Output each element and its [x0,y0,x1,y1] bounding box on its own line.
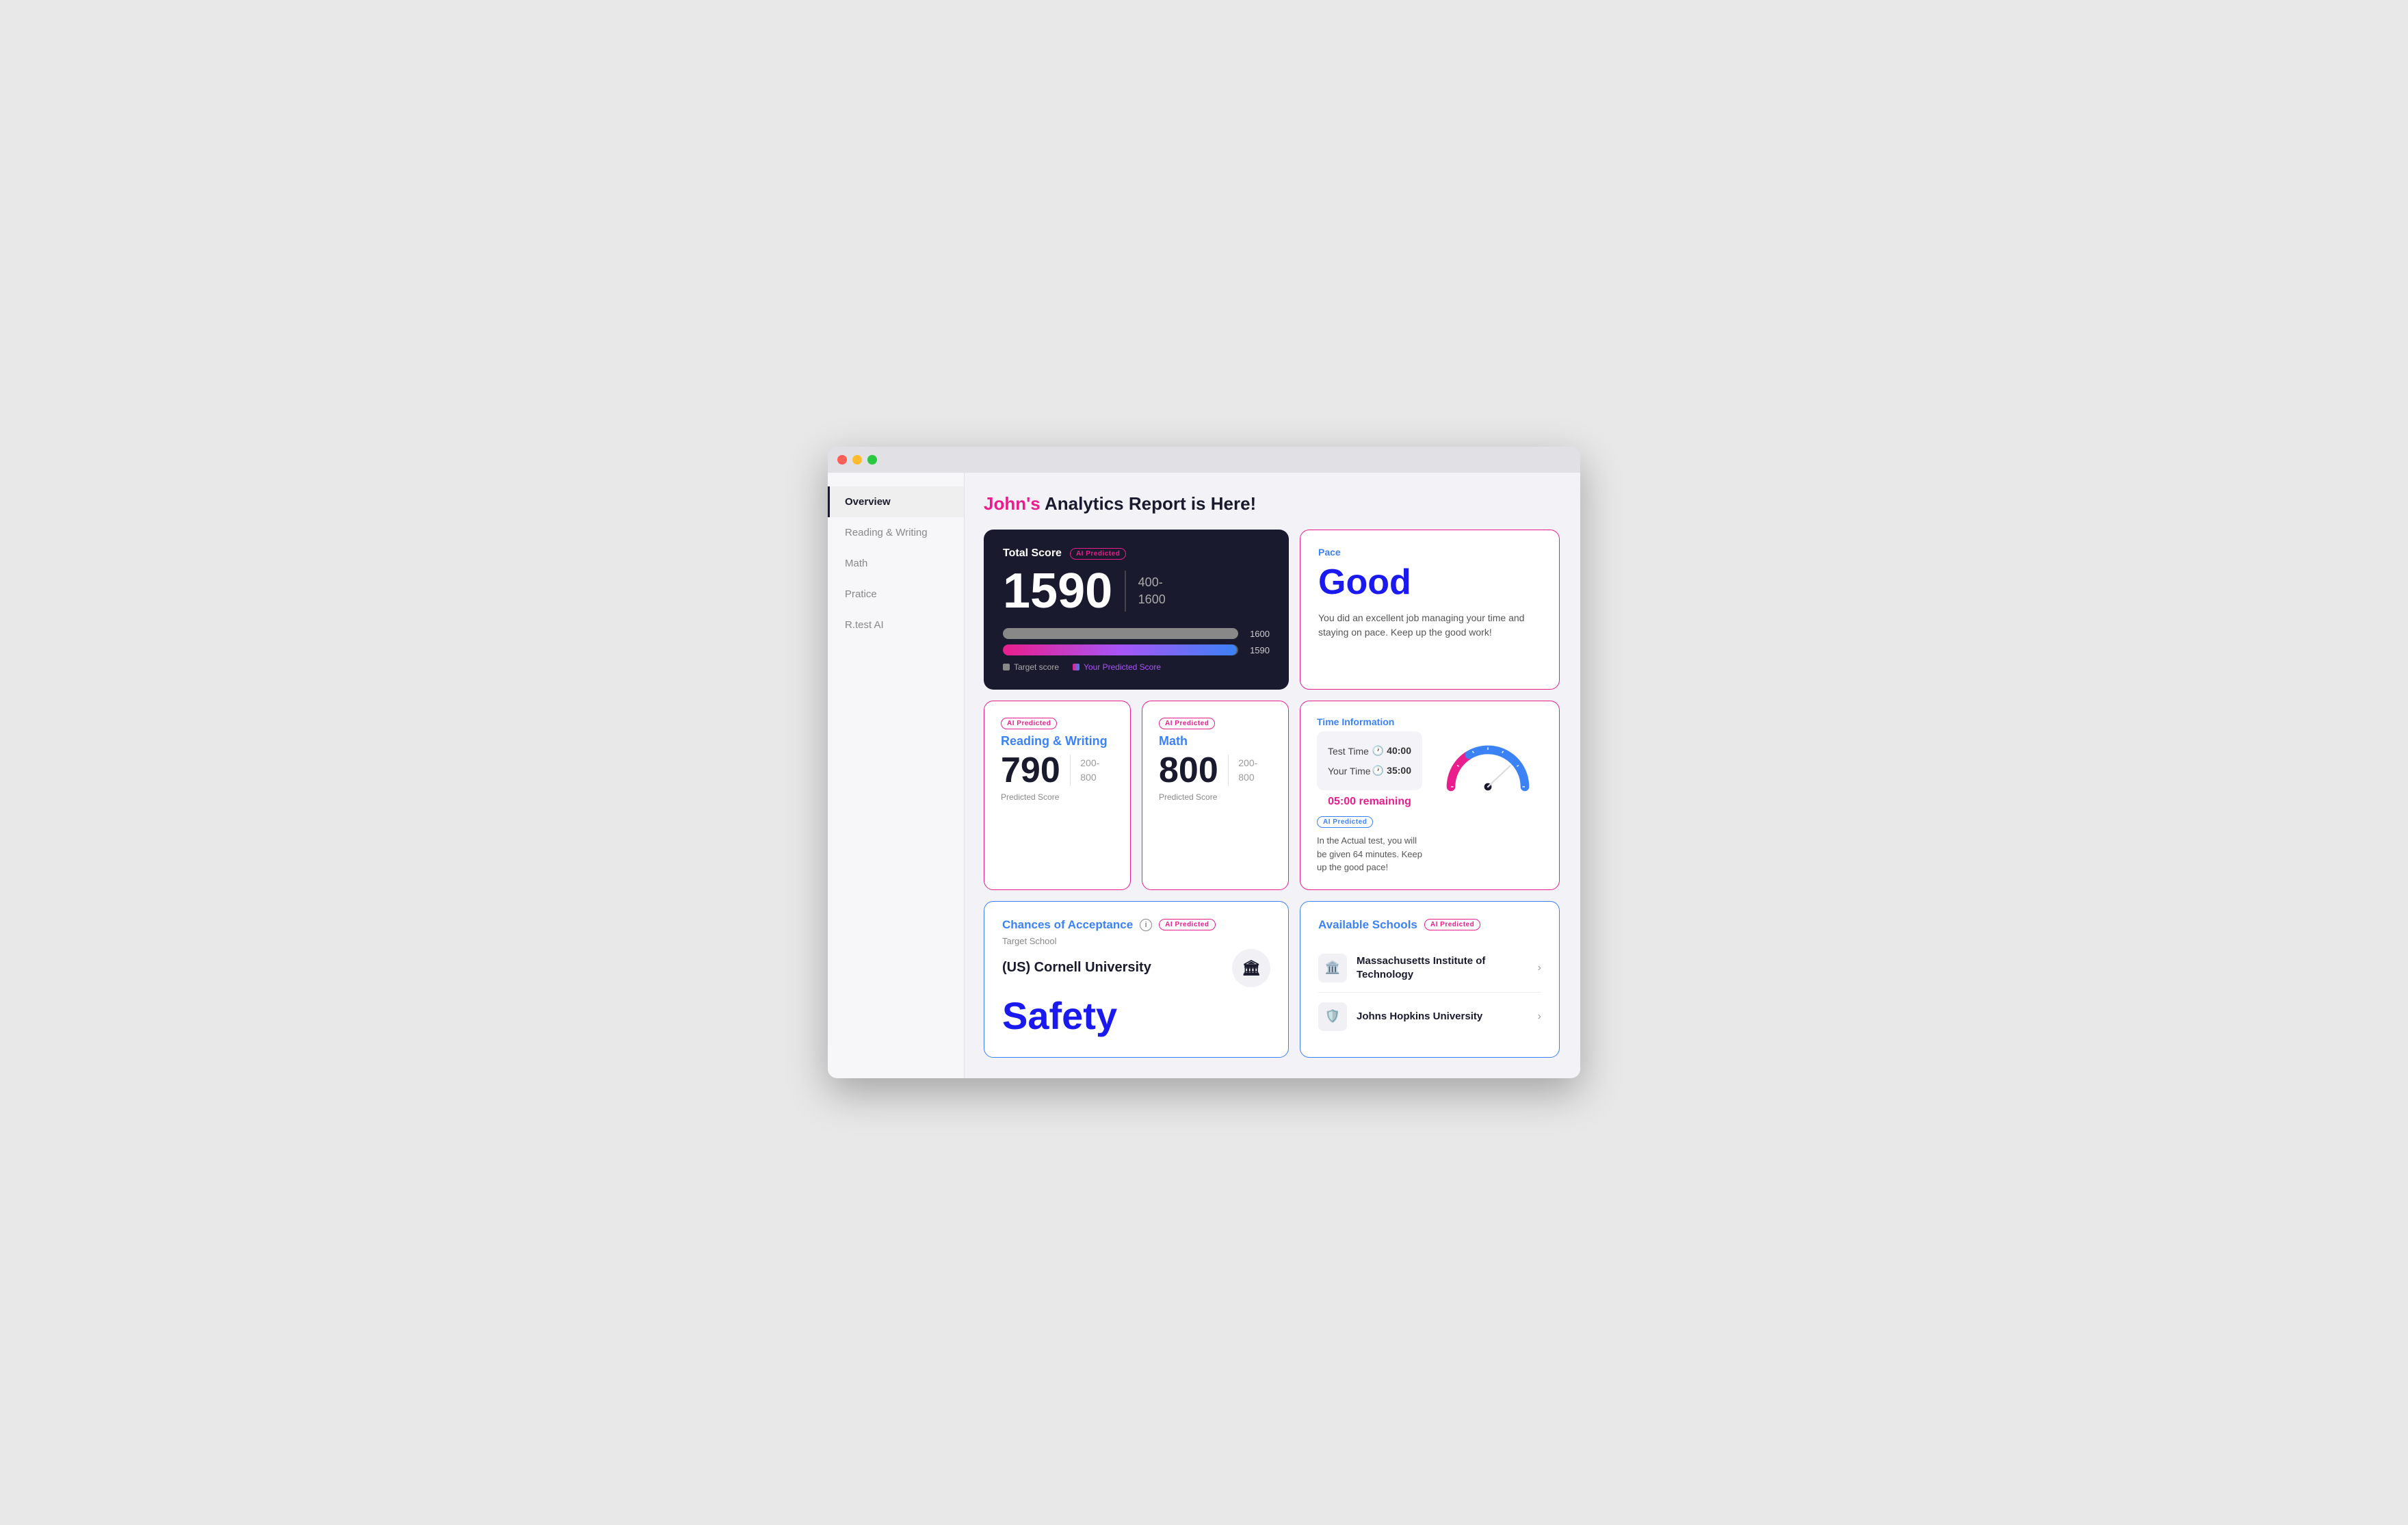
sidebar-item-overview[interactable]: Overview [828,486,964,517]
progress-bars: 1600 1590 [1003,628,1270,655]
rw-ai-badge: AI Predicted [1001,718,1057,729]
remaining-label: 05:00 remaining [1317,796,1422,808]
school-name-display: (US) Cornell University 🏛 [1002,949,1270,987]
your-time-row: Your Time 🕐 35:00 [1328,761,1411,781]
bar-bg-score [1003,644,1238,655]
score-range: 400-1600 [1138,574,1166,608]
sidebar-item-rtest-ai[interactable]: R.test AI [828,610,964,640]
chances-ai-badge: AI Predicted [1159,919,1215,930]
chances-card: Chances of Acceptance i AI Predicted Tar… [984,901,1289,1058]
school-logo: 🏛 [1232,949,1270,987]
rw-score-display: 790 200-800 [1001,753,1114,788]
total-score-header: Total Score AI Predicted [1003,547,1270,560]
school-row-0[interactable]: 🏛️ Massachusetts Institute of Technology… [1318,944,1541,993]
legend-dot-gray [1003,664,1010,670]
score-display: 1590 400-1600 [1003,566,1270,616]
score-divider [1125,571,1126,612]
bar-fill-gradient [1003,644,1237,655]
math-score-display: 800 200-800 [1159,753,1272,788]
schools-title: Available Schools [1318,918,1417,932]
rw-range: 200-800 [1080,756,1099,785]
sidebar: Overview Reading & Writing Math Pratice … [828,473,965,1078]
school-row-1[interactable]: 🛡️ Johns Hopkins University › [1318,993,1541,1041]
total-score-label: Total Score [1003,547,1062,560]
rw-divider [1070,755,1071,786]
mid-row: AI Predicted Reading & Writing 790 200-8… [984,701,1560,890]
schools-header: Available Schools AI Predicted [1318,918,1541,932]
time-card-inner: Test Time 🕐 40:00 Your Time 🕐 35:00 05:0… [1317,731,1543,874]
safety-text: Safety [1002,997,1270,1035]
reading-writing-card: AI Predicted Reading & Writing 790 200-8… [984,701,1131,890]
math-divider [1228,755,1229,786]
schools-card: Available Schools AI Predicted 🏛️ Massac… [1300,901,1560,1058]
bottom-row: Chances of Acceptance i AI Predicted Tar… [984,901,1560,1058]
math-ai-badge: AI Predicted [1159,718,1215,729]
time-rows: Test Time 🕐 40:00 Your Time 🕐 35:00 [1317,731,1422,790]
gauge-container [1433,731,1543,874]
math-title: Math [1159,734,1272,748]
school-name-1: Johns Hopkins University [1357,1010,1538,1024]
pace-value: Good [1318,562,1541,603]
score-big: 1590 [1003,566,1112,616]
test-time-value: 🕐 40:00 [1372,745,1411,757]
rw-predicted: Predicted Score [1001,792,1114,802]
score-legend: Target score Your Predicted Score [1003,662,1270,672]
info-icon: i [1140,919,1152,931]
bar-row-score: 1590 [1003,644,1270,655]
app-window: Overview Reading & Writing Math Pratice … [828,447,1580,1078]
sidebar-item-reading-writing[interactable]: Reading & Writing [828,517,964,548]
bar-max-label: 1600 [1245,629,1270,639]
schools-ai-badge: AI Predicted [1424,919,1480,930]
pace-card: Pace Good You did an excellent job manag… [1300,530,1560,690]
page-title: John's Analytics Report is Here! [984,493,1560,514]
student-name: John's [984,493,1041,514]
your-time-label: Your Time [1328,766,1371,777]
sidebar-item-practice[interactable]: Pratice [828,579,964,610]
math-card: AI Predicted Math 800 200-800 Predicted … [1142,701,1289,890]
math-score: 800 [1159,753,1218,788]
time-ai-badge: AI Predicted [1317,816,1373,828]
bar-fill-gray [1003,628,1238,639]
chances-header: Chances of Acceptance i AI Predicted [1002,918,1270,932]
legend-dot-gradient [1073,664,1079,670]
rw-title: Reading & Writing [1001,734,1114,748]
chevron-icon-0: › [1538,962,1541,974]
total-score-card: Total Score AI Predicted 1590 400-1600 1… [984,530,1289,690]
total-ai-badge: AI Predicted [1070,548,1126,560]
app-layout: Overview Reading & Writing Math Pratice … [828,473,1580,1078]
legend-target: Target score [1003,662,1059,672]
school-logo-0: 🏛️ [1318,954,1347,982]
bar-bg-max [1003,628,1238,639]
titlebar [828,447,1580,473]
close-button[interactable] [837,455,847,465]
gauge-svg [1437,731,1539,793]
your-time-value: 🕐 35:00 [1372,765,1411,777]
minimize-button[interactable] [852,455,862,465]
chances-title: Chances of Acceptance [1002,918,1133,932]
pace-label: Pace [1318,547,1541,558]
test-time-label: Test Time [1328,746,1369,757]
school-name-0: Massachusetts Institute of Technology [1357,954,1538,981]
target-label: Target School [1002,936,1270,946]
time-ai-note: In the Actual test, you will be given 64… [1317,834,1422,874]
chevron-icon-1: › [1538,1011,1541,1023]
pace-desc: You did an excellent job managing your t… [1318,611,1541,640]
time-info-left: Test Time 🕐 40:00 Your Time 🕐 35:00 05:0… [1317,731,1422,874]
time-section-label: Time Information [1317,716,1543,727]
legend-predicted: Your Predicted Score [1073,662,1161,672]
time-card: Time Information Test Time 🕐 40:00 Your … [1300,701,1560,890]
school-logo-1: 🛡️ [1318,1002,1347,1031]
top-row: Total Score AI Predicted 1590 400-1600 1… [984,530,1560,690]
bar-score-label: 1590 [1245,645,1270,655]
main-content: John's Analytics Report is Here! Total S… [965,473,1580,1078]
test-time-row: Test Time 🕐 40:00 [1328,741,1411,761]
math-predicted: Predicted Score [1159,792,1272,802]
rw-score: 790 [1001,753,1060,788]
maximize-button[interactable] [867,455,877,465]
bar-row-max: 1600 [1003,628,1270,639]
math-range: 200-800 [1238,756,1257,785]
sidebar-item-math[interactable]: Math [828,548,964,579]
